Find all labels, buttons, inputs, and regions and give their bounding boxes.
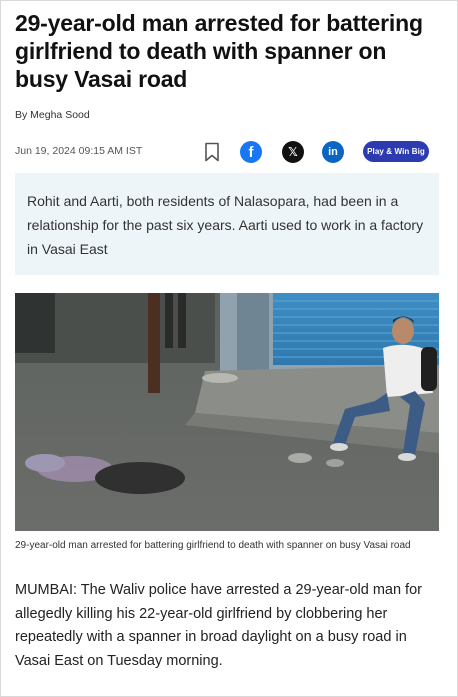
article-date: Jun 19, 2024 09:15 AM IST bbox=[15, 145, 143, 157]
share-facebook-button[interactable]: f bbox=[239, 139, 263, 165]
x-icon: 𝕏 bbox=[282, 141, 304, 163]
play-and-win-button[interactable]: Play & Win Big bbox=[363, 141, 429, 162]
linkedin-icon: in bbox=[322, 141, 344, 163]
article-body-paragraph: MUMBAI: The Waliv police have arrested a… bbox=[15, 582, 422, 669]
bookmark-button[interactable] bbox=[202, 139, 222, 165]
article-page: 29-year-old man arrested for battering g… bbox=[0, 0, 458, 697]
bookmark-icon bbox=[205, 142, 219, 162]
article-byline[interactable]: By Megha Sood bbox=[15, 109, 90, 121]
street-scene-image bbox=[15, 293, 439, 531]
facebook-icon: f bbox=[240, 141, 262, 163]
share-x-button[interactable]: 𝕏 bbox=[281, 139, 305, 165]
photo-caption: 29-year-old man arrested for battering g… bbox=[15, 540, 411, 551]
article-summary: Rohit and Aarti, both residents of Nalas… bbox=[15, 173, 439, 275]
article-photo bbox=[15, 293, 439, 531]
share-linkedin-button[interactable]: in bbox=[321, 139, 345, 165]
article-headline: 29-year-old man arrested for battering g… bbox=[15, 10, 423, 92]
